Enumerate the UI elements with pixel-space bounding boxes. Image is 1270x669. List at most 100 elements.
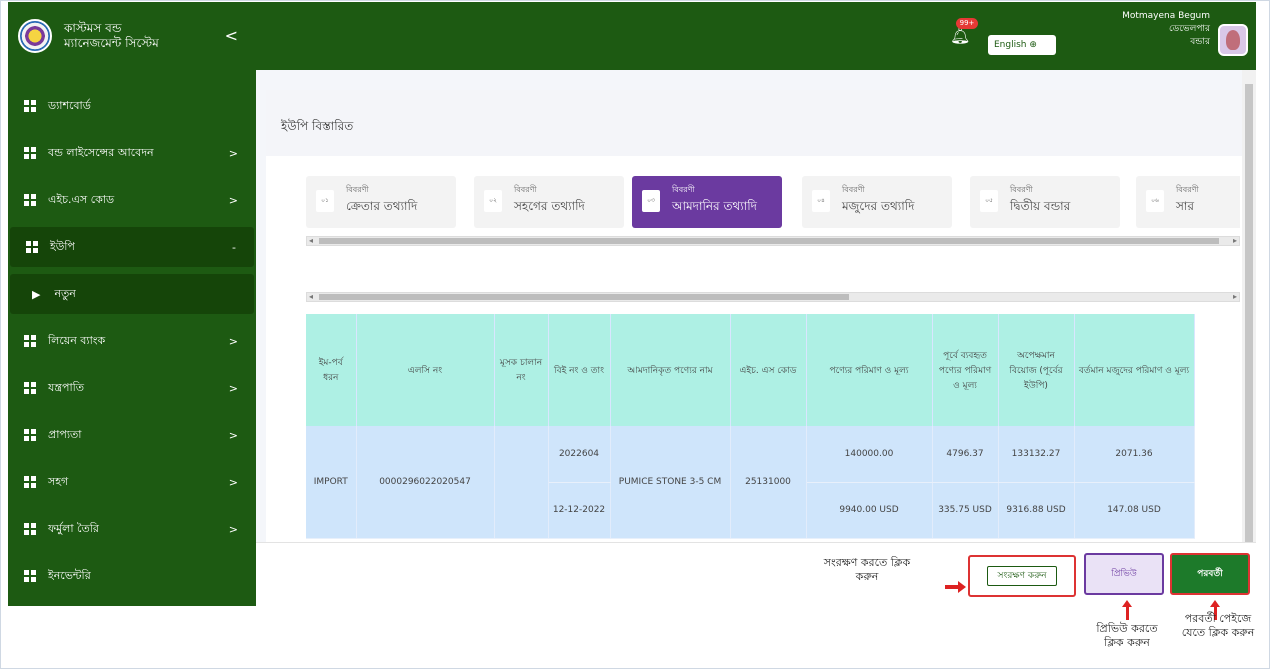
sidebar-item-label: নতুন <box>54 286 76 300</box>
step-number: ০১ <box>316 190 334 212</box>
user-subrole: বন্ডার <box>1190 37 1210 47</box>
table-header-cell: পূর্বে ব্যবহৃত পণ্যের পরিমাণ ও মূল্য <box>932 314 999 426</box>
sidebar-item-label: ইনভেন্টরি <box>48 568 91 582</box>
scroll-right-icon[interactable]: ▸ <box>1233 292 1237 301</box>
grid-icon <box>24 429 36 441</box>
table-header-cell: আমদানিকৃত পণ্যের নাম <box>610 314 731 426</box>
collapse-icon: - <box>232 240 236 254</box>
chevron-right-icon: > <box>228 381 238 395</box>
page-title: ইউপি বিস্তারিত <box>266 90 1248 156</box>
cell-type: IMPORT <box>306 426 357 539</box>
arrow-right-icon <box>945 581 966 593</box>
scrollbar-thumb[interactable] <box>1245 84 1253 604</box>
language-label: English <box>994 40 1027 50</box>
preview-annotation: প্রিভিউ করতে ক্লিক করুন <box>1096 622 1158 649</box>
sidebar-item-bond-license[interactable]: বন্ড লাইসেন্সের আবেদন > <box>8 133 256 173</box>
step-label: ক্রেতার তথ্যাদি <box>346 199 418 213</box>
scrollbar-thumb[interactable] <box>319 238 1219 244</box>
app-title-line2: ম্যানেজমেন্ট সিস্টেম <box>64 36 159 50</box>
step-number: ০২ <box>484 190 502 212</box>
sidebar-item-lien-bank[interactable]: লিয়েন ব্যাংক > <box>8 321 256 361</box>
table-row: IMPORT 0000296022020547 2022604 PUMICE S… <box>306 426 1195 539</box>
step-tab-summary[interactable]: ০৬ বিবরণী সার <box>1136 176 1240 228</box>
user-name: Motmayena Begum <box>1122 11 1210 21</box>
step-caption: বিবরণী <box>672 185 695 194</box>
sidebar-item-dashboard[interactable]: ড্যাশবোর্ড <box>8 86 256 126</box>
scroll-right-icon[interactable]: ▸ <box>1233 236 1237 245</box>
brand: কাস্টমস বন্ড ম্যানেজমেন্ট সিস্টেম < <box>8 2 256 70</box>
step-tab-stock[interactable]: ০৪ বিবরণী মজুদের তথ্যাদি <box>802 176 952 228</box>
step-caption: বিবরণী <box>1010 185 1033 194</box>
scroll-left-icon[interactable]: ◂ <box>309 292 313 301</box>
language-toggle[interactable]: English ⊕ <box>988 35 1056 55</box>
sidebar-item-coefficient[interactable]: সহগ > <box>8 462 256 502</box>
sidebar-item-machinery[interactable]: যন্ত্রপাতি > <box>8 368 256 408</box>
save-annotation: সংরক্ষণ করতে ক্লিক করুন <box>823 556 911 583</box>
app-title-line1: কাস্টমস বন্ড <box>64 21 122 35</box>
step-tab-second-bonder[interactable]: ০৫ বিবরণী দ্বিতীয় বন্ডার <box>970 176 1120 228</box>
step-label: সার <box>1176 199 1195 213</box>
cell-used-value: 335.75 USD <box>932 482 999 539</box>
sidebar-item-label: ড্যাশবোর্ড <box>48 98 91 112</box>
cell-value: 9940.00 USD <box>806 482 933 539</box>
cell-vat-challan <box>494 426 549 539</box>
steps-scrollbar[interactable]: ◂ ▸ <box>306 236 1240 246</box>
cell-used-qty: 4796.37 <box>932 426 999 483</box>
cell-item-name: PUMICE STONE 3-5 CM <box>610 426 731 539</box>
step-number: ০৬ <box>1146 190 1164 212</box>
sidebar-item-entitlement[interactable]: প্রাপ্যতা > <box>8 415 256 455</box>
sidebar-item-inventory[interactable]: ইনভেন্টরি <box>8 556 256 596</box>
triangle-right-icon: ▶ <box>32 287 41 301</box>
step-tabs: ০১ বিবরণী ক্রেতার তথ্যাদি ০২ বিবরণী সহগে… <box>306 176 1240 234</box>
user-info[interactable]: Motmayena Begum ডেভেলপার বন্ডার <box>1050 10 1210 49</box>
scrollbar-thumb[interactable] <box>319 294 849 300</box>
sidebar-item-label: লিয়েন ব্যাংক <box>48 333 106 347</box>
user-role: ডেভেলপার <box>1169 24 1210 34</box>
chevron-right-icon: > <box>228 475 238 489</box>
sidebar-subitem-new[interactable]: ▶ নতুন <box>10 274 254 314</box>
step-tab-import[interactable]: ০৩ বিবরণী আমদানির তথ্যাদি <box>632 176 782 228</box>
save-button-label: সংরক্ষণ করুন <box>986 566 1058 586</box>
grid-icon <box>24 523 36 535</box>
action-bar: সংরক্ষণ করুন প্রিভিউ পরবর্তী <box>256 542 1256 606</box>
table-header-cell: বর্তমান মজুদের পরিমাণ ও মূল্য <box>1074 314 1195 426</box>
cell-pending-qty: 133132.27 <box>998 426 1075 483</box>
step-tab-coefficient[interactable]: ০২ বিবরণী সহগের তথ্যাদি <box>474 176 624 228</box>
table-header-cell: মূসক চালান নং <box>494 314 549 426</box>
bell-icon[interactable]: 🔔︎ <box>950 26 972 48</box>
grid-icon <box>24 570 36 582</box>
table-scrollbar[interactable]: ◂ ▸ <box>306 292 1240 302</box>
avatar[interactable] <box>1218 24 1248 56</box>
preview-button[interactable]: প্রিভিউ <box>1084 553 1164 595</box>
chevron-right-icon: > <box>228 146 238 160</box>
save-button[interactable]: সংরক্ষণ করুন <box>968 555 1076 597</box>
sidebar-item-label: ইউপি <box>50 239 75 253</box>
sidebar-item-label: এইচ.এস কোড <box>48 192 115 206</box>
step-caption: বিবরণী <box>514 185 537 194</box>
next-annotation: পরবর্তী পেইজে যেতে ক্লিক করুন <box>1181 612 1255 639</box>
grid-icon <box>24 382 36 394</box>
chevron-right-icon: > <box>228 334 238 348</box>
step-tab-buyer[interactable]: ০১ বিবরণী ক্রেতার তথ্যাদি <box>306 176 456 228</box>
next-button[interactable]: পরবর্তী <box>1170 553 1250 595</box>
sidebar: কাস্টমস বন্ড ম্যানেজমেন্ট সিস্টেম < ড্যা… <box>8 2 256 606</box>
step-number: ০৫ <box>980 190 998 212</box>
grid-icon <box>24 335 36 347</box>
step-number: ০৩ <box>642 190 660 212</box>
page-scrollbar[interactable] <box>1242 70 1256 606</box>
scroll-left-icon[interactable]: ◂ <box>309 236 313 245</box>
step-caption: বিবরণী <box>346 185 369 194</box>
table-header-cell: এইচ. এস কোড <box>730 314 807 426</box>
app-logo <box>18 19 52 53</box>
sidebar-item-formula[interactable]: ফর্মুলা তৈরি > <box>8 509 256 549</box>
cell-hs-code: 25131000 <box>730 426 807 539</box>
app-frame: কাস্টমস বন্ড ম্যানেজমেন্ট সিস্টেম < ড্যা… <box>0 0 1270 669</box>
grid-icon <box>26 241 38 253</box>
table-header-cell: এলসি নং <box>356 314 495 426</box>
grid-icon <box>24 476 36 488</box>
cell-pending-value: 9316.88 USD <box>998 482 1075 539</box>
sidebar-collapse-button[interactable]: < <box>225 26 238 45</box>
sidebar-item-hs-code[interactable]: এইচ.এস কোড > <box>8 180 256 220</box>
chevron-right-icon: > <box>228 522 238 536</box>
sidebar-item-up[interactable]: ইউপি - <box>10 227 254 267</box>
